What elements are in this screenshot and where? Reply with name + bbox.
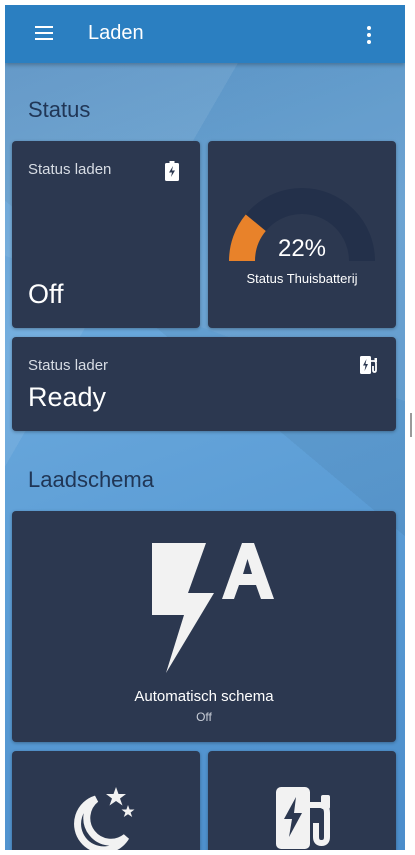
charging-status-card[interactable]: Status laden Off [12,141,200,328]
auto-schedule-card[interactable]: Automatisch schema Off [12,511,396,742]
scrollbar-thumb[interactable] [410,413,412,437]
gauge-value: 22% [277,235,327,262]
flash-auto-icon [152,543,274,673]
top-app-bar: Laden [5,5,405,63]
more-vertical-icon[interactable] [361,23,377,47]
app-viewport: Laden Status Status laden Off 22% Status… [5,5,405,850]
ev-station-icon [360,356,377,374]
section-title-schedule: Laadschema [28,467,154,492]
hamburger-menu-icon[interactable] [27,23,61,47]
auto-schedule-state: Off [196,710,212,724]
night-schedule-card[interactable] [12,751,200,850]
ev-station-icon [276,787,330,849]
charger-status-value: Ready [28,382,107,412]
charging-status-label: Status laden [28,161,112,178]
page-title: Laden [88,22,144,44]
gauge-label: Status Thuisbatterij [246,271,358,286]
auto-schedule-label: Automatisch schema [134,688,274,705]
charger-schedule-card[interactable] [208,751,396,850]
battery-charging-icon [165,161,179,181]
charger-status-card[interactable]: Status lader Ready [12,337,396,431]
home-battery-gauge-card[interactable]: 22% Status Thuisbatterij [208,141,396,328]
charger-status-label: Status lader [28,357,109,374]
charging-status-value: Off [28,279,64,309]
weather-night-icon [74,787,135,850]
section-title-status: Status [28,97,91,122]
